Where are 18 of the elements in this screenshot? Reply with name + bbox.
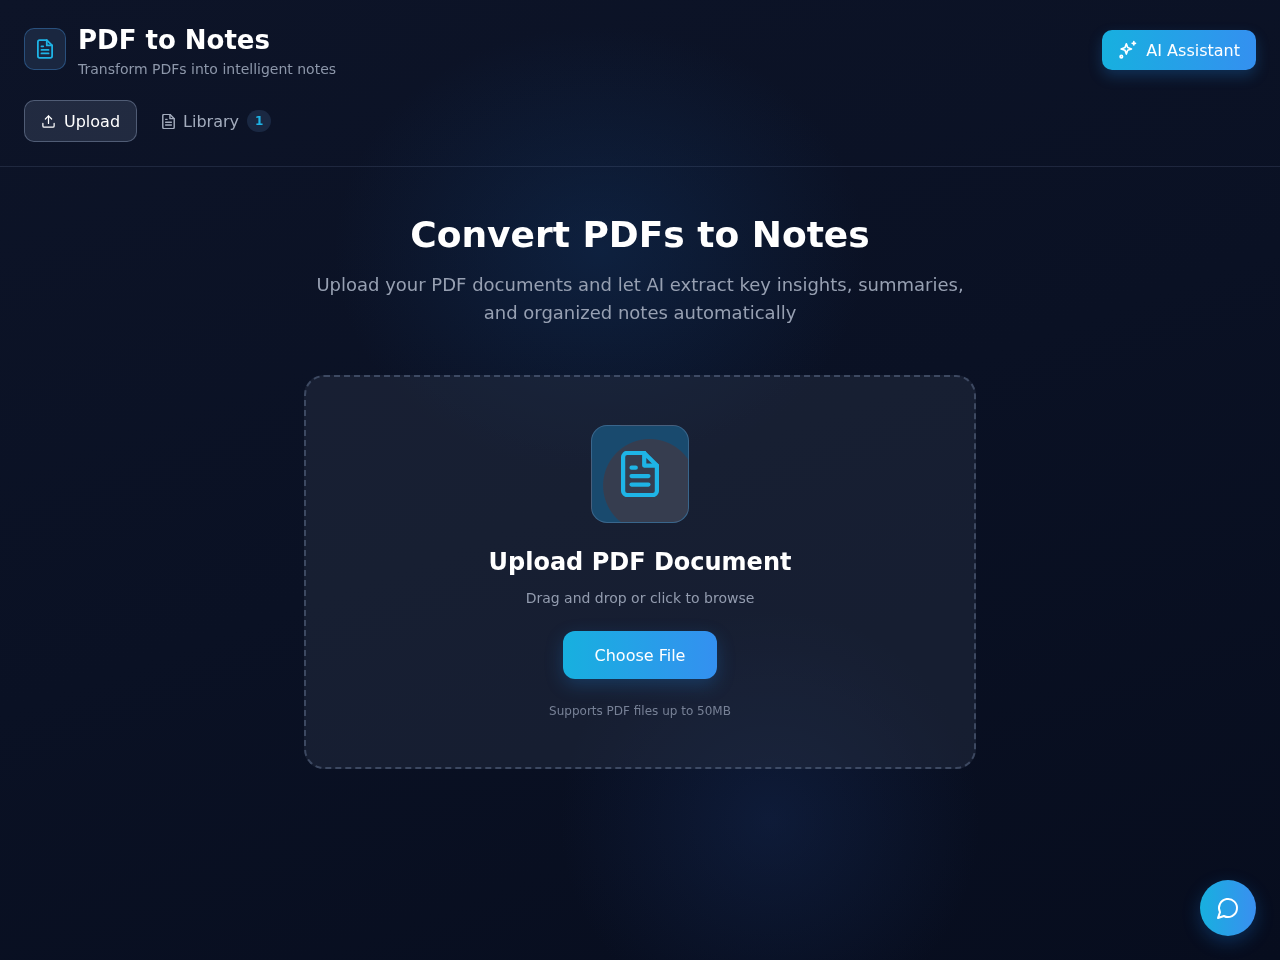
drop-zone[interactable]: Upload PDF Document Drag and drop or click to browse Choose File Supports PDF files up to 50MB: [304, 375, 976, 769]
file-limit-note: Supports PDF files up to 50MB: [549, 703, 731, 719]
app-subtitle: Transform PDFs into intelligent notes: [78, 60, 337, 78]
nav-tab[interactable]: Library 1: [145, 100, 289, 142]
document-tile-icon: [591, 425, 689, 523]
dropzone-hint: Drag and drop or click to browse: [525, 589, 755, 607]
count-badge: 1: [247, 110, 272, 132]
chat-button[interactable]: [1200, 880, 1256, 936]
document-icon: [37, 39, 53, 59]
app-title: PDF to Notes: [78, 24, 271, 57]
document-icon: [162, 113, 176, 129]
nav-tab[interactable]: Upload: [24, 100, 138, 142]
upload-icon: [41, 113, 56, 129]
chat-bubble-icon: [1216, 896, 1240, 920]
sparkle-icon: [1118, 40, 1139, 60]
dropzone-title: Upload PDF Document: [488, 547, 792, 578]
page-heading: Convert PDFs to Notes: [410, 213, 870, 257]
page-description: Upload your PDF documents and let AI extract key insights, summaries, and organized notes automatically: [315, 273, 965, 325]
